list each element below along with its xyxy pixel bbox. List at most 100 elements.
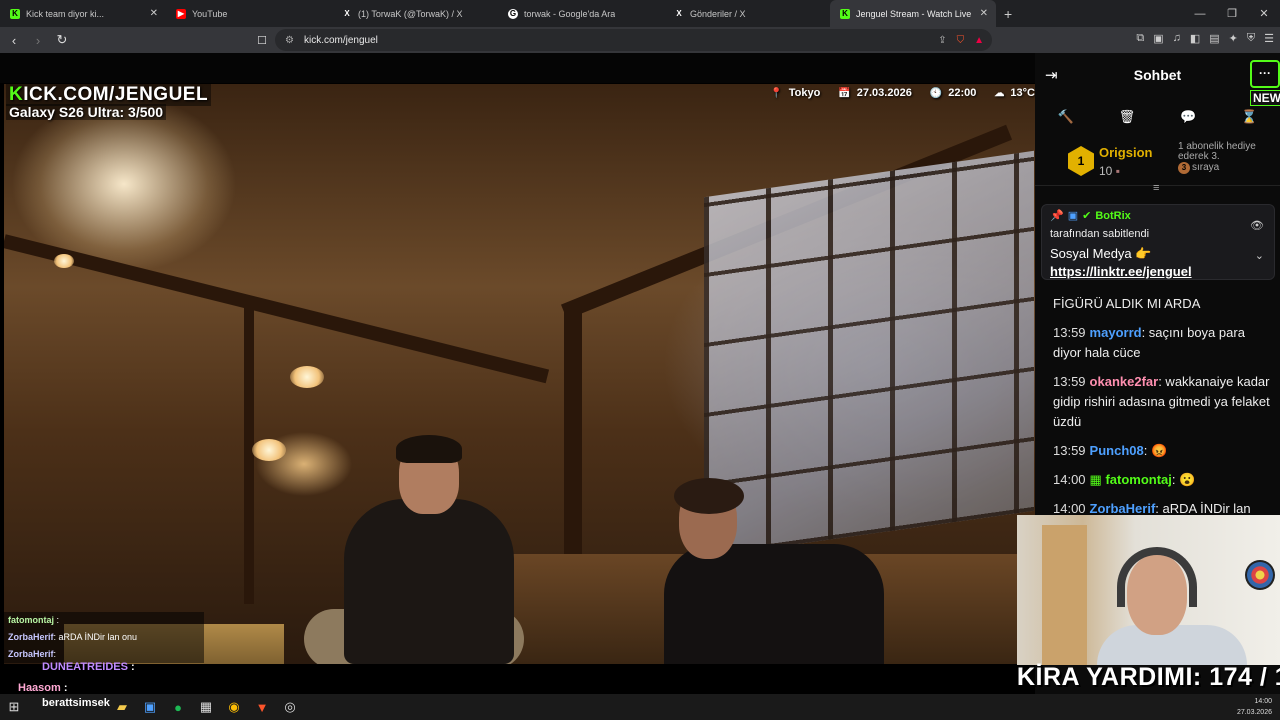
tab-title: Gönderiler / X (690, 8, 746, 19)
maximize-icon[interactable]: ❐ (1216, 7, 1248, 20)
hourglass-icon[interactable]: ⌛ (1241, 109, 1257, 125)
video-player[interactable] (4, 84, 1035, 664)
clock-time: 14:00 (1254, 698, 1272, 705)
pinned-by-text: tarafından sabitlendi (1050, 228, 1150, 240)
ban-hammer-icon[interactable]: 🔨 (1057, 109, 1073, 125)
chat-bubble-icon[interactable]: 💬 (1180, 109, 1196, 125)
pin-icon: 📌 (1050, 210, 1064, 222)
person (664, 478, 884, 664)
gift-count: 10 ▪ (1099, 164, 1120, 178)
close-window-icon[interactable]: ✕ (1248, 7, 1280, 20)
minimize-icon[interactable]: — (1184, 8, 1216, 20)
tab-title: YouTube (192, 8, 228, 19)
browser-tab[interactable]: K Kick team diyor ki... ✕ (0, 0, 166, 27)
browser-tab[interactable]: ▶ YouTube (166, 0, 332, 27)
msg-user[interactable]: ZorbaHerif (1090, 501, 1156, 516)
hide-pin-icon[interactable]: 👁 (1250, 219, 1264, 232)
webcam-overlay-top (1017, 515, 1280, 665)
date-item: 📅 27.03.2026 (838, 87, 912, 99)
site-info-icon[interactable]: ⚙ (285, 35, 294, 46)
msg-user[interactable]: mayorrd (1090, 325, 1142, 340)
store-icon[interactable]: ▣ (136, 694, 164, 720)
trash-icon[interactable]: 🗑 (1119, 109, 1136, 125)
bottom-user: DUNEATREIDES (42, 661, 128, 673)
chevron-down-icon[interactable]: ⌄ (1255, 249, 1264, 262)
msg-time: 13:59 (1053, 443, 1086, 458)
msg-user[interactable]: okanke2far (1090, 374, 1159, 389)
kick-favicon-icon: K (10, 8, 20, 19)
sidebar-icon[interactable]: ◧ (1190, 32, 1200, 45)
chat-message: 13:59 Punch08: 😡 (1053, 441, 1275, 461)
calculator-icon[interactable]: ▦ (192, 694, 220, 720)
gift-count-value: 10 (1099, 164, 1113, 178)
start-icon[interactable]: ⊞ (0, 694, 28, 720)
reload-icon[interactable]: ↻ (52, 32, 72, 48)
stream-subtitle: Galaxy S26 Ultra: 3/500 (6, 104, 167, 120)
msg-time: 14:00 (1053, 501, 1086, 516)
info-bar: 📍 Tokyo 📅 27.03.2026 🕙 22:00 ☁ 13°C (770, 84, 1035, 102)
calendar-icon: 📅 (838, 88, 851, 99)
close-tab-icon[interactable]: ✕ (980, 8, 988, 19)
ceiling-beam (4, 234, 550, 384)
obs-icon[interactable]: ◎ (276, 694, 304, 720)
badge-icon: ▦ (1089, 472, 1106, 487)
msg-user[interactable]: Punch08 (1090, 443, 1144, 458)
overlay-chat-line: ZorbaHerif: aRDA İNDir lan onu (4, 629, 204, 646)
close-tab-icon[interactable]: ✕ (150, 8, 158, 19)
brave-icon[interactable]: ▼ (248, 694, 276, 720)
gifter-name: Origsion (1099, 145, 1153, 160)
taskbar: ⊞ berattsimsek ▰ ▣ ● ▦ ◉ ▼ ◎ (0, 694, 1280, 720)
chat-message: 13:59 mayorrd: saçını boya para diyor hal… (1053, 323, 1275, 363)
forward-icon[interactable]: › (28, 33, 48, 48)
emote-icon: 😮 (1179, 472, 1196, 487)
weather-item: ☁ 13°C (994, 87, 1035, 99)
clock-icon: 🕙 (929, 88, 943, 99)
overlay-user: ZorbaHerif (8, 632, 54, 642)
leo-icon[interactable]: ✦ (1229, 32, 1238, 45)
top-gifter-card[interactable]: 1 Origsion 10 ▪ 1 abonelik hediye ederek… (1035, 138, 1280, 186)
vpn-icon[interactable]: ⛨ (1247, 32, 1255, 45)
address-bar[interactable]: ⚙ kick.com/jenguel ⇪ ⛉ ▲ (275, 29, 992, 51)
back-icon[interactable]: ‹ (4, 33, 24, 48)
browser-tab-active[interactable]: K Jenguel Stream - Watch Live ✕ (830, 0, 996, 27)
brave-shield-icon[interactable]: ⛉ (957, 35, 965, 46)
extensions-bar: ⧉ ▣ ♫ ◧ ▤ ✦ ⛨ ☰ (1136, 32, 1274, 45)
title-k: K (9, 84, 24, 105)
msg-user[interactable]: fatomontaj (1105, 472, 1171, 487)
spotify-icon[interactable]: ● (164, 694, 192, 720)
tab-title: Kick team diyor ki... (26, 8, 105, 19)
mod-toolbar: 🔨 🗑 💬 ⌛ (1035, 103, 1280, 131)
explorer-icon[interactable]: ▰ (108, 694, 136, 720)
chat-message: 14:00 ▦ fatomontaj: 😮 (1053, 470, 1275, 490)
pinned-text: Sosyal Medya 👉 (1050, 246, 1152, 261)
overlay-text: : (53, 649, 57, 659)
bottom-chat-line: DUNEATREIDES : (4, 661, 135, 673)
overlay-user: fatomontaj (8, 615, 54, 625)
x-favicon-icon: X (676, 9, 682, 18)
filter-icon[interactable]: ≡ (1153, 182, 1159, 194)
tab-strip: K Kick team diyor ki... ✕ ▶ YouTube X (1) To… (0, 0, 1280, 27)
share-icon[interactable]: ⇪ (938, 35, 946, 46)
menu-icon[interactable]: ☰ (1264, 32, 1274, 45)
pinned-link[interactable]: https://linktr.ee/jenguel (1050, 264, 1192, 279)
stream-title: KICK.COM/JENGUEL (6, 84, 212, 106)
chrome-icon[interactable]: ◉ (220, 694, 248, 720)
pinned-message[interactable]: 📌 ▣ ✔ BotRix tarafından sabitlendi Sosyal M… (1041, 204, 1275, 280)
extension-icon[interactable]: ⧉ (1136, 32, 1144, 45)
wallet-icon[interactable]: ▤ (1209, 32, 1219, 45)
browser-tab[interactable]: X Gönderiler / X (664, 0, 830, 27)
chat-more-button[interactable]: ··· (1250, 60, 1280, 88)
media-icon[interactable]: ♫ (1173, 32, 1181, 45)
new-tab-icon[interactable]: + (1004, 6, 1012, 22)
screenshot-icon[interactable]: ▣ (1153, 32, 1163, 45)
msg-time: 13:59 (1053, 325, 1086, 340)
browser-tab[interactable]: X (1) TorwaK (@TorwaK) / X (332, 0, 498, 27)
overlay-chat-line: fatomontaj : (4, 612, 204, 629)
bottom-text: : (131, 661, 135, 673)
msg-text: : (1143, 443, 1148, 458)
rewards-icon[interactable]: ▲ (974, 35, 984, 46)
browser-tab[interactable]: Gtorwak - Google'da Ara (498, 0, 664, 27)
clock-date: 27.03.2026 (1236, 709, 1272, 716)
bookmark-icon[interactable]: ☐ (252, 34, 272, 47)
google-favicon-icon: G (508, 8, 518, 19)
